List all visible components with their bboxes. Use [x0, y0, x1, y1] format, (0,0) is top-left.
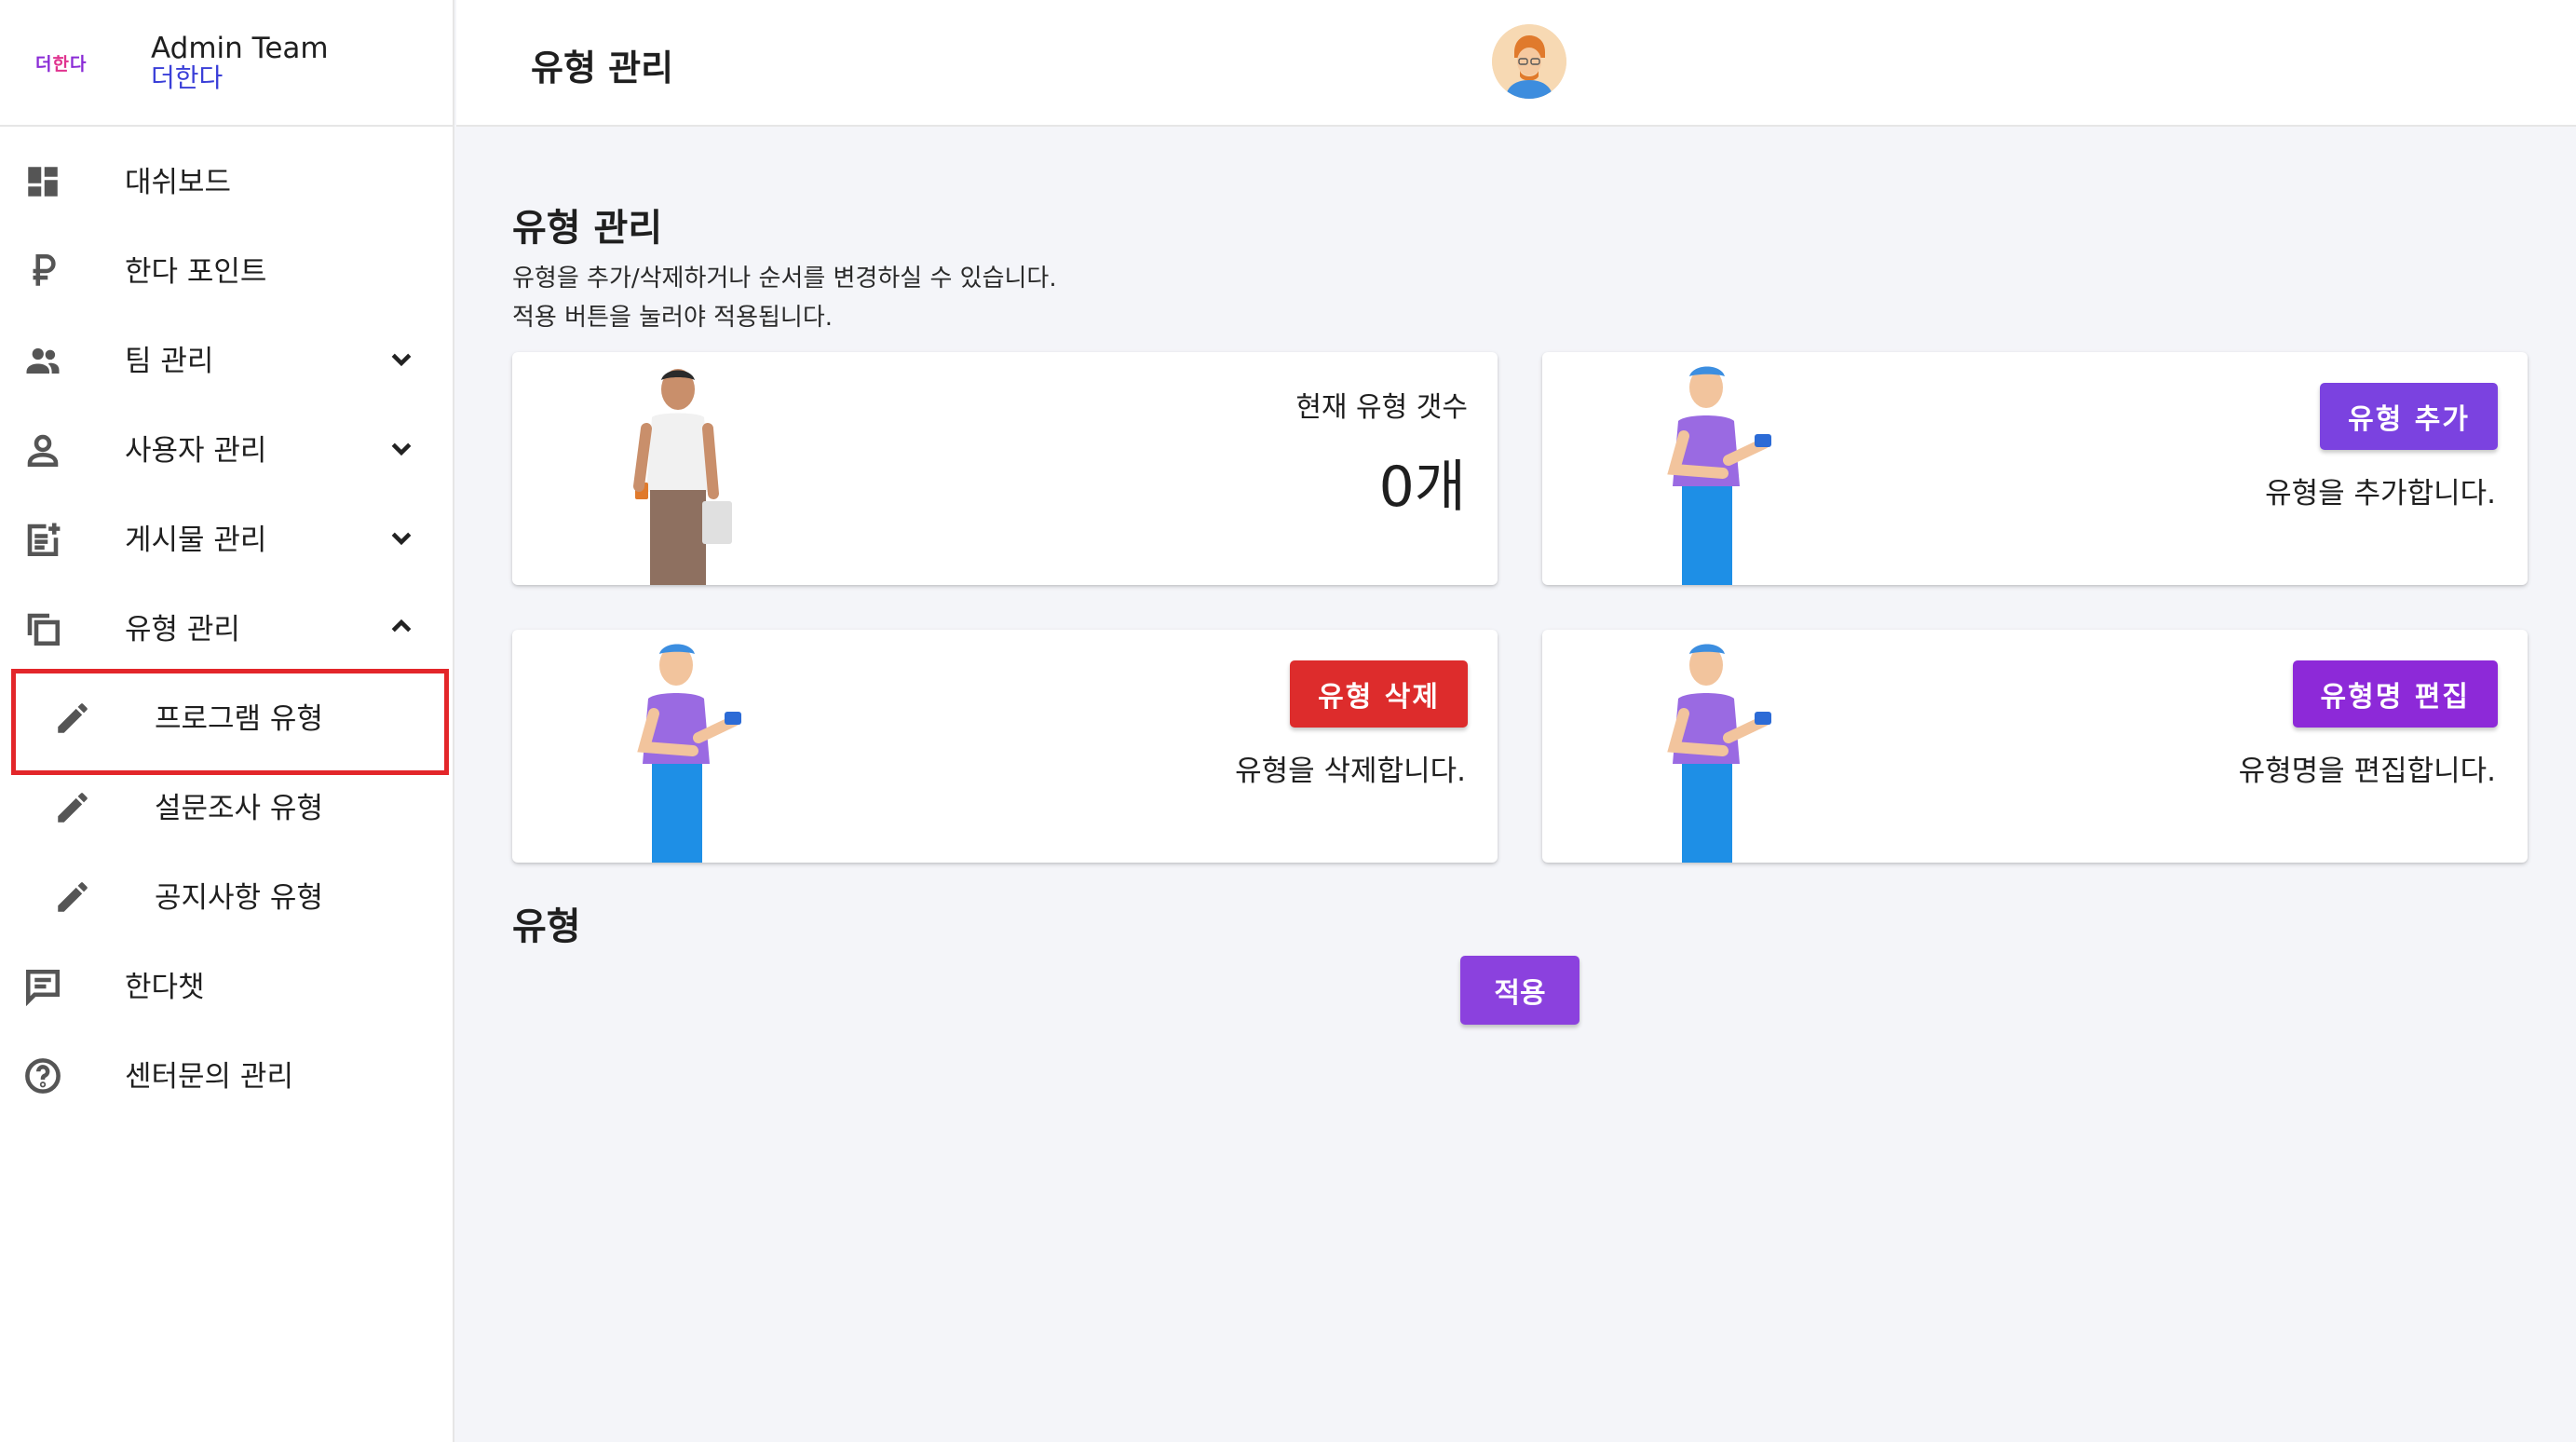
add-type-button[interactable]: 유형 추가: [2320, 383, 2498, 450]
sidebar-item-label: 유형 관리: [125, 612, 240, 646]
top-bar: 유형 관리: [456, 0, 2576, 127]
delete-type-button[interactable]: 유형 삭제: [1290, 660, 1468, 728]
sidebar-item-label: 게시물 관리: [125, 523, 267, 557]
brand-header[interactable]: 더한다 Admin Team 더한다: [0, 0, 453, 127]
section-heading: 유형 관리: [512, 207, 663, 250]
pencil-icon: [50, 699, 95, 738]
type-count-value: 0개: [1378, 455, 1466, 520]
person-illustration: [1635, 363, 1803, 585]
library-icon: [20, 609, 65, 648]
avatar[interactable]: [1492, 24, 1566, 99]
type-count-card: 현재 유형 갯수 0개: [512, 352, 1498, 585]
sidebar-subitem-program-type[interactable]: 프로그램 유형: [0, 671, 453, 760]
sidebar-item-label: 한다챗: [125, 970, 205, 1004]
apply-button[interactable]: 적용: [1460, 956, 1579, 1025]
person-icon: [20, 430, 65, 469]
chevron-down-icon: [387, 345, 415, 373]
sidebar-item-users[interactable]: 사용자 관리: [0, 402, 453, 492]
sidebar-item-points[interactable]: 한다 포인트: [0, 224, 453, 313]
chat-icon: [20, 967, 65, 1006]
page-title: 유형 관리: [531, 48, 674, 88]
type-list-title: 유형: [512, 905, 581, 948]
edit-type-name-card: 유형명 편집 유형명을 편집합니다.: [1542, 630, 2528, 863]
logo-char: 다: [69, 53, 88, 75]
people-icon: [20, 341, 65, 380]
brand-title: Admin Team: [151, 31, 329, 65]
add-type-card: 유형 추가 유형을 추가합니다.: [1542, 352, 2528, 585]
sidebar-subitem-survey-type[interactable]: 설문조사 유형: [0, 760, 453, 850]
sidebar-item-label: 프로그램 유형: [155, 701, 323, 736]
sidebar-subitem-notice-type[interactable]: 공지사항 유형: [0, 850, 453, 939]
sidebar-item-type-management[interactable]: 유형 관리: [0, 581, 453, 671]
section-description: 유형을 추가/삭제하거나 순서를 변경하실 수 있습니다.: [512, 265, 1057, 292]
pencil-icon: [50, 877, 95, 917]
sidebar-item-label: 센터문의 관리: [125, 1059, 293, 1094]
chevron-down-icon: [387, 434, 415, 462]
chevron-up-icon: [387, 613, 415, 641]
brand-logo: 더한다: [35, 50, 125, 75]
help-icon: [20, 1056, 65, 1095]
sidebar-item-label: 공지사항 유형: [155, 880, 323, 915]
chevron-down-icon: [387, 524, 415, 551]
sidebar-item-label: 대쉬보드: [125, 165, 232, 199]
section-description: 적용 버튼을 눌러야 적용됩니다.: [512, 304, 834, 332]
edit-type-name-button[interactable]: 유형명 편집: [2292, 660, 2498, 728]
person-illustration: [1635, 641, 1803, 863]
sidebar-item-label: 사용자 관리: [125, 433, 267, 468]
person-illustration: [605, 363, 773, 585]
logo-char: 더: [35, 53, 53, 75]
sidebar-nav: 대쉬보드 한다 포인트 팀 관리 사용자 관리 게시물 관리 유형 관리 프로그…: [0, 127, 453, 1118]
logo-char: 한: [52, 53, 70, 75]
post-add-icon: [20, 520, 65, 559]
delete-type-card: 유형 삭제 유형을 삭제합니다.: [512, 630, 1498, 863]
brand-subtitle: 더한다: [151, 61, 224, 93]
ruble-icon: [20, 252, 65, 291]
sidebar: 더한다 Admin Team 더한다 대쉬보드 한다 포인트 팀 관리 사용자 …: [0, 0, 454, 1442]
sidebar-item-label: 설문조사 유형: [155, 791, 323, 825]
sidebar-item-posts[interactable]: 게시물 관리: [0, 492, 453, 581]
edit-type-name-description: 유형명을 편집합니다.: [2238, 755, 2496, 788]
pencil-icon: [50, 788, 95, 827]
sidebar-item-dashboard[interactable]: 대쉬보드: [0, 134, 453, 224]
person-illustration: [605, 641, 773, 863]
dashboard-icon: [20, 162, 65, 201]
sidebar-item-chat[interactable]: 한다챗: [0, 939, 453, 1028]
delete-type-description: 유형을 삭제합니다.: [1235, 755, 1466, 788]
sidebar-item-team[interactable]: 팀 관리: [0, 313, 453, 402]
sidebar-item-label: 한다 포인트: [125, 254, 267, 289]
add-type-description: 유형을 추가합니다.: [2265, 477, 2496, 510]
sidebar-item-label: 팀 관리: [125, 344, 214, 378]
brand-text: Admin Team 더한다: [151, 34, 329, 91]
type-count-label: 현재 유형 갯수: [1295, 391, 1468, 424]
sidebar-item-help-center[interactable]: 센터문의 관리: [0, 1028, 453, 1118]
